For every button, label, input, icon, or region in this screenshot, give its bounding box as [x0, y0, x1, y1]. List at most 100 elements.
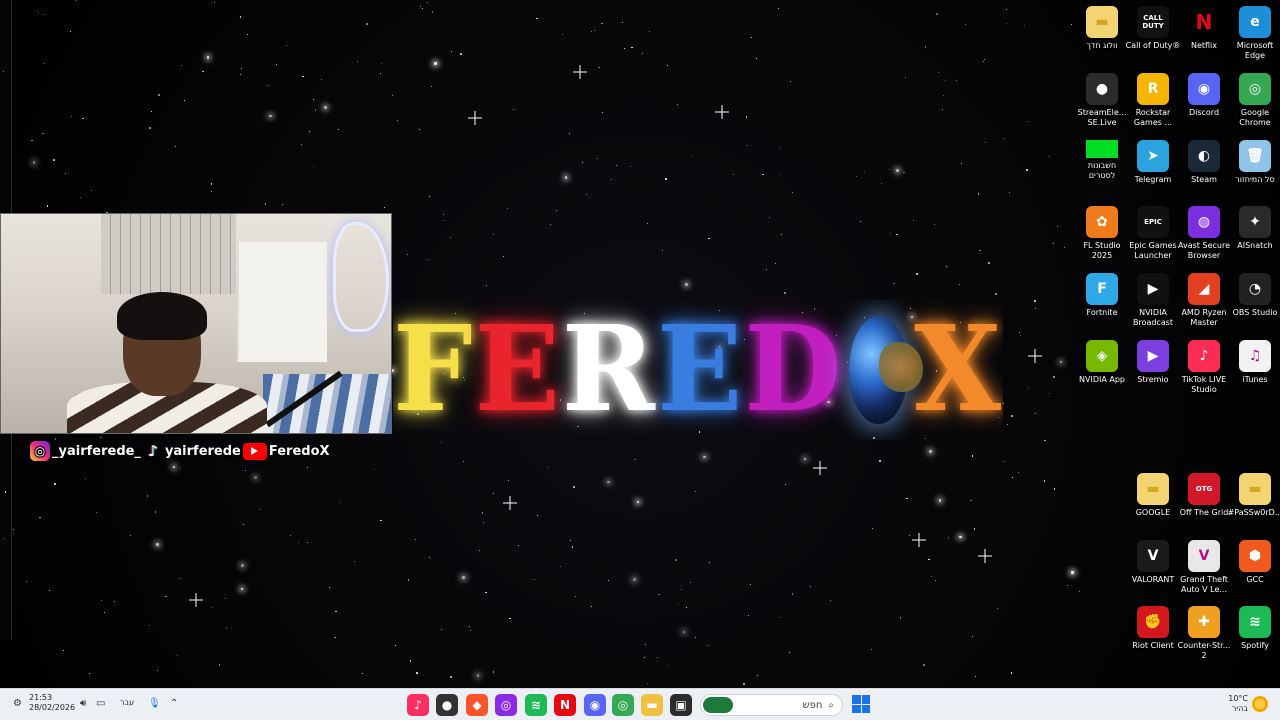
star — [148, 625, 150, 627]
star — [569, 133, 571, 135]
settings-icon[interactable]: ⚙ — [13, 698, 22, 709]
desktop-shortcut[interactable]: ✚ Counter-Str... 2 — [1178, 606, 1230, 661]
desktop-shortcut[interactable]: ⬢ GCC — [1229, 540, 1280, 585]
desktop-shortcut[interactable]: ♪ TikTok LIVE Studio — [1178, 340, 1230, 395]
call-of-duty-icon: CALL DUTY — [1137, 6, 1169, 38]
star — [631, 46, 633, 49]
desktop-shortcut[interactable]: ◐ Steam — [1178, 140, 1230, 185]
microphone-icon[interactable]: 🎙︎ — [148, 698, 161, 709]
desktop-shortcut[interactable]: ▶ NVIDIA Broadcast — [1127, 273, 1179, 328]
star — [621, 21, 623, 23]
desktop-shortcut[interactable]: ◎ Google Chrome — [1229, 73, 1280, 128]
desktop-shortcut[interactable]: ✿ FL Studio 2025 — [1076, 206, 1128, 261]
desktop-shortcut[interactable]: e Microsoft Edge — [1229, 6, 1280, 61]
star — [607, 579, 609, 581]
star — [889, 232, 891, 234]
star — [923, 664, 925, 666]
star — [658, 593, 660, 596]
star — [634, 458, 636, 461]
weather-desc: בהיר — [1231, 704, 1248, 713]
taskbar-chrome-icon[interactable]: ◎ — [612, 694, 634, 716]
taskbar-brave-icon[interactable]: ◆ — [466, 694, 488, 716]
desktop-shortcut[interactable]: ▬ וולוג חדך — [1076, 6, 1128, 51]
star — [691, 155, 693, 157]
off-the-grid-icon: OTG — [1188, 473, 1220, 505]
network-icon[interactable]: ▭ — [96, 698, 105, 709]
desktop-shortcut-label: VALORANT — [1131, 575, 1175, 584]
desktop-shortcut[interactable]: ◉ Discord — [1178, 73, 1230, 118]
system-clock[interactable]: 21:53 28/02/2026 — [29, 693, 75, 713]
desktop-shortcut-label: Fortnite — [1086, 308, 1118, 317]
star — [70, 31, 72, 33]
desktop-shortcut[interactable]: ✦ AISnatch — [1229, 206, 1280, 251]
desktop-shortcut[interactable]: ◈ NVIDIA App — [1076, 340, 1128, 385]
star — [1012, 476, 1014, 478]
star — [174, 145, 176, 147]
star — [791, 593, 794, 595]
star — [154, 511, 157, 513]
star — [803, 457, 807, 461]
taskbar-stream-app-icon[interactable]: ◎ — [495, 694, 517, 716]
desktop-shortcut[interactable]: ▬ GOOGLE — [1127, 473, 1179, 518]
taskbar-spotify-icon[interactable]: ≋ — [525, 694, 547, 716]
desktop-shortcut[interactable]: R Rockstar Games ... — [1127, 73, 1179, 128]
desktop-shortcut[interactable]: F Fortnite — [1076, 273, 1128, 318]
star — [1053, 376, 1055, 378]
desktop-shortcut[interactable]: ● StreamEle... SE.Live — [1076, 73, 1128, 128]
chevron-up-icon[interactable]: ⌃ — [170, 698, 178, 709]
desktop-shortcut[interactable]: EPIC Epic Games Launcher — [1127, 206, 1179, 261]
logo-letter: E — [474, 300, 562, 439]
desktop-shortcut[interactable]: ✊ Riot Client — [1127, 606, 1179, 651]
desktop: F E R E D X ◎ _yairferede_ ♪ yairferede … — [0, 0, 1280, 688]
star — [241, 67, 243, 69]
star — [573, 486, 575, 488]
desktop-shortcut[interactable]: ▬ #PaSSw0rD... — [1228, 473, 1280, 518]
taskbar-tiktok-icon[interactable]: ♪ — [407, 694, 429, 716]
bright-star — [573, 65, 587, 79]
star — [264, 203, 267, 205]
desktop-shortcut-label: AISnatch — [1237, 241, 1273, 250]
desktop-shortcut[interactable]: V VALORANT — [1127, 540, 1179, 585]
desktop-shortcut[interactable]: 🗑 סל המיחזור — [1229, 140, 1280, 185]
star — [916, 273, 918, 275]
volume-icon[interactable]: 🔊︎ — [80, 698, 86, 709]
star — [71, 115, 73, 117]
star — [899, 617, 902, 619]
star — [380, 62, 382, 64]
star — [732, 173, 734, 175]
desktop-shortcut[interactable]: ◢ AMD Ryzen Master — [1178, 273, 1230, 328]
weather-widget[interactable]: 10°C בהיר — [1226, 694, 1248, 714]
language-indicator[interactable]: עבר — [120, 698, 134, 707]
desktop-shortcut[interactable]: V Grand Theft Auto V Le... — [1178, 540, 1230, 595]
star — [485, 591, 487, 594]
desktop-shortcut[interactable]: CALL DUTY Call of Duty® — [1126, 6, 1180, 51]
taskbar-recorder-icon[interactable]: ● — [436, 694, 458, 716]
desktop-shortcut[interactable]: ♫ iTunes — [1229, 340, 1280, 385]
desktop-shortcut[interactable]: OTG Off The Grid — [1178, 473, 1230, 518]
fortnite-icon: F — [1086, 273, 1118, 305]
star — [646, 222, 649, 225]
taskbar-discord-icon[interactable]: ◉ — [584, 694, 606, 716]
taskbar-netflix-icon[interactable]: N — [554, 694, 576, 716]
star — [708, 237, 710, 240]
star — [979, 249, 981, 252]
star — [320, 79, 322, 81]
star — [904, 76, 906, 78]
desktop-shortcut[interactable]: ◔ OBS Studio — [1229, 273, 1280, 318]
search-box[interactable]: חפש ⌕ — [700, 694, 843, 716]
desktop-shortcut[interactable]: ▶ Stremio — [1127, 340, 1179, 385]
desktop-shortcut[interactable]: חשבונות לסטרים — [1076, 140, 1128, 181]
star — [383, 206, 385, 208]
desktop-shortcut[interactable]: ≋ Spotify — [1229, 606, 1280, 651]
taskbar-file-explorer-icon[interactable]: ▬ — [641, 694, 663, 716]
star — [462, 460, 464, 462]
star — [649, 30, 651, 32]
desktop-shortcut[interactable]: ◍ Avast Secure Browser — [1178, 206, 1230, 261]
green-screen-icon — [1086, 140, 1118, 158]
desktop-shortcut[interactable]: ➤ Telegram — [1127, 140, 1179, 185]
star — [930, 575, 933, 578]
taskbar-terminal-icon[interactable]: ▣ — [670, 694, 692, 716]
star — [281, 203, 283, 205]
desktop-shortcut[interactable]: N Netflix — [1178, 6, 1230, 51]
start-button[interactable] — [852, 695, 870, 713]
